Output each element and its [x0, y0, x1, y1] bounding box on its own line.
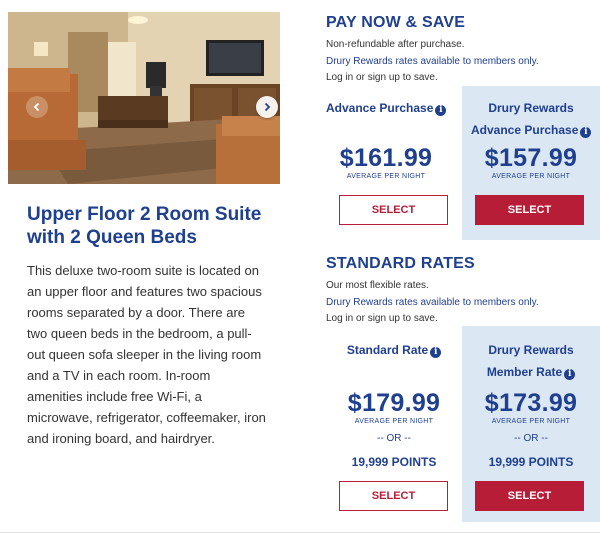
member-rate-name-line1: Drury Rewards [488, 343, 574, 357]
room-photo [8, 12, 280, 184]
member-standard-rate: Drury Rewards Member Rate i $173.99 AVERA… [471, 339, 591, 470]
pay-now-title: PAY NOW & SAVE [326, 14, 466, 31]
bottom-divider [0, 532, 600, 533]
member-rate-name-line2: Member Rate [486, 365, 563, 379]
member-rate-name-line1: Drury Rewards [488, 101, 574, 115]
standard-note-members: Drury Rewards rates available to members… [326, 297, 539, 308]
member-advance-purchase-rate: Drury Rewards Advance Purchase i $157.99 … [471, 97, 592, 181]
select-member-standard-rate-button[interactable]: SELECT [475, 481, 584, 511]
per-night-label: AVERAGE PER NIGHT [491, 173, 571, 180]
pay-now-note-login: Log in or sign up to save. [326, 72, 438, 83]
info-icon[interactable]: i [430, 347, 442, 358]
standard-rate: Standard Rate i $179.99 AVERAGE PER NIGHT… [334, 339, 454, 470]
points-price: 19,999 POINTS [488, 455, 574, 469]
rate-price: $179.99 [347, 389, 441, 417]
rate-name: Standard Rate [346, 343, 429, 357]
per-night-label: AVERAGE PER NIGHT [354, 418, 434, 425]
info-icon[interactable]: i [435, 105, 447, 116]
pay-now-note-refund: Non-refundable after purchase. [326, 39, 465, 50]
info-icon[interactable]: i [580, 127, 592, 138]
rate-name: Advance Purchase [326, 101, 434, 115]
info-icon[interactable]: i [564, 369, 576, 380]
rate-price: $157.99 [484, 144, 578, 172]
member-rate-name-line2: Advance Purchase [471, 123, 579, 137]
carousel-prev-button[interactable] [26, 96, 48, 118]
room-title: Upper Floor 2 Room Suite with 2 Queen Be… [27, 204, 262, 248]
select-standard-rate-button[interactable]: SELECT [339, 481, 448, 511]
or-separator: -- OR -- [377, 433, 411, 444]
per-night-label: AVERAGE PER NIGHT [346, 173, 426, 180]
select-member-advance-purchase-button[interactable]: SELECT [475, 195, 584, 225]
per-night-label: AVERAGE PER NIGHT [491, 418, 571, 425]
select-advance-purchase-button[interactable]: SELECT [339, 195, 448, 225]
rate-price: $161.99 [339, 144, 433, 172]
standard-note-flexible: Our most flexible rates. [326, 280, 429, 291]
room-description: This deluxe two-room suite is located on… [27, 263, 266, 446]
carousel-next-button[interactable] [256, 96, 278, 118]
standard-rates-title: STANDARD RATES [326, 255, 475, 272]
points-price: 19,999 POINTS [351, 455, 437, 469]
chevron-left-icon [33, 102, 40, 112]
or-separator: -- OR -- [514, 433, 548, 444]
advance-purchase-rate: Advance Purchase i $161.99 AVERAGE PER NI… [326, 97, 447, 181]
pay-now-note-members: Drury Rewards rates available to members… [326, 56, 539, 67]
rate-price: $173.99 [484, 389, 578, 417]
chevron-right-icon [264, 102, 271, 112]
standard-note-login: Log in or sign up to save. [326, 313, 438, 324]
